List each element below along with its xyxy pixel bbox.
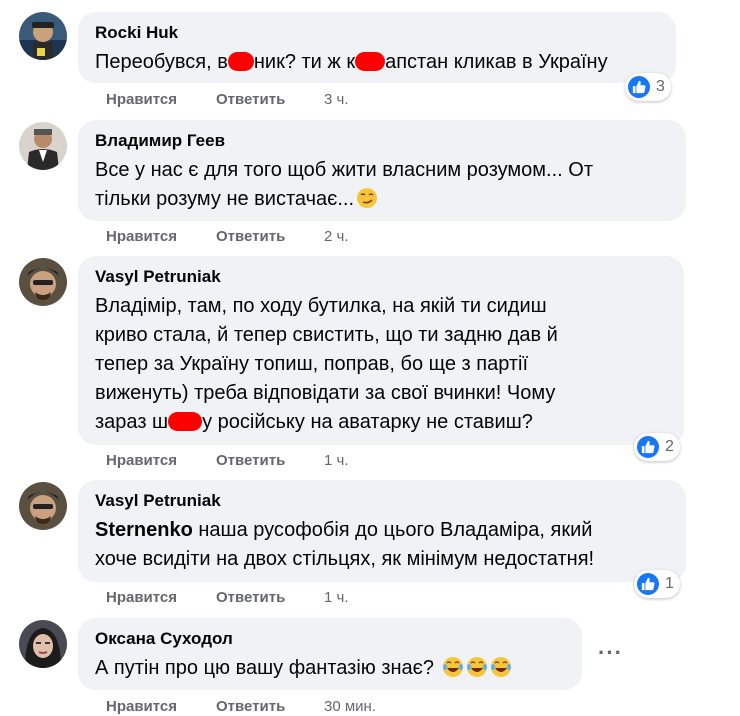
comment-author[interactable]: Оксана Суходол: [95, 628, 565, 650]
thumbs-up-icon: [637, 573, 659, 595]
avatar[interactable]: [19, 12, 67, 60]
reply-link[interactable]: Ответить: [216, 228, 285, 245]
reply-link[interactable]: Ответить: [216, 452, 285, 469]
comment-bubble: Владимир Геев Все у нас є для того щоб ж…: [78, 120, 686, 221]
comment-bubble: Оксана Суходол А путін про цю вашу фанта…: [78, 618, 582, 690]
more-dots-icon[interactable]: ···: [598, 640, 623, 666]
like-link[interactable]: Нравится: [106, 452, 177, 469]
thumbs-up-icon: [628, 76, 650, 98]
tears-of-joy-emoji-icon: [490, 657, 511, 677]
reaction-count[interactable]: 2: [634, 433, 680, 461]
avatar[interactable]: [19, 620, 67, 668]
comment-author[interactable]: Vasyl Petruniak: [95, 490, 669, 512]
like-link[interactable]: Нравится: [106, 589, 177, 606]
reaction-count[interactable]: 3: [625, 73, 671, 101]
comment-author[interactable]: Vasyl Petruniak: [95, 266, 667, 288]
reply-link[interactable]: Ответить: [216, 698, 285, 715]
tears-of-joy-emoji-icon: [442, 657, 463, 677]
thumbs-up-icon: [637, 436, 659, 458]
avatar[interactable]: [19, 122, 67, 170]
smirk-emoji-icon: [357, 188, 378, 208]
reply-link[interactable]: Ответить: [216, 91, 285, 108]
censor-mark: [355, 52, 386, 71]
comment-time[interactable]: 1 ч.: [324, 452, 349, 469]
comment-author[interactable]: Rocki Huk: [95, 22, 659, 44]
comment-bubble: Vasyl Petruniak Sternenko наша русофобія…: [78, 480, 686, 582]
comment-text: Sternenko наша русофобія до цього Владам…: [95, 519, 595, 570]
comment-text: Владімір, там, по ходу бутилка, на якій …: [95, 295, 558, 433]
comment-bubble: Vasyl Petruniak Владімір, там, по ходу б…: [78, 256, 684, 445]
comment-author[interactable]: Владимир Геев: [95, 130, 669, 152]
comment-time[interactable]: 30 мин.: [324, 698, 376, 715]
mention-link[interactable]: Sternenko: [95, 519, 193, 541]
like-link[interactable]: Нравится: [106, 91, 177, 108]
reply-link[interactable]: Ответить: [216, 589, 285, 606]
censor-mark: [168, 412, 203, 431]
tears-of-joy-emoji-icon: [466, 657, 487, 677]
like-link[interactable]: Нравится: [106, 698, 177, 715]
comment-text: Все у нас є для того щоб жити власним ро…: [95, 159, 593, 210]
comment-time[interactable]: 1 ч.: [324, 589, 349, 606]
comment-text: А путін про цю вашу фантазію знає?: [95, 654, 565, 683]
comment-bubble: Rocki Huk Переобувся, в ник? ти ж к апстан…: [78, 12, 676, 83]
reaction-count[interactable]: 1: [634, 570, 680, 598]
censor-mark: [227, 52, 254, 71]
comment-text: Переобувся, в ник? ти ж к апстан кликав в …: [95, 51, 608, 73]
comment-time[interactable]: 2 ч.: [324, 228, 349, 245]
comment-time[interactable]: 3 ч.: [324, 91, 349, 108]
avatar[interactable]: [19, 258, 67, 306]
like-link[interactable]: Нравится: [106, 228, 177, 245]
avatar[interactable]: [19, 482, 67, 530]
